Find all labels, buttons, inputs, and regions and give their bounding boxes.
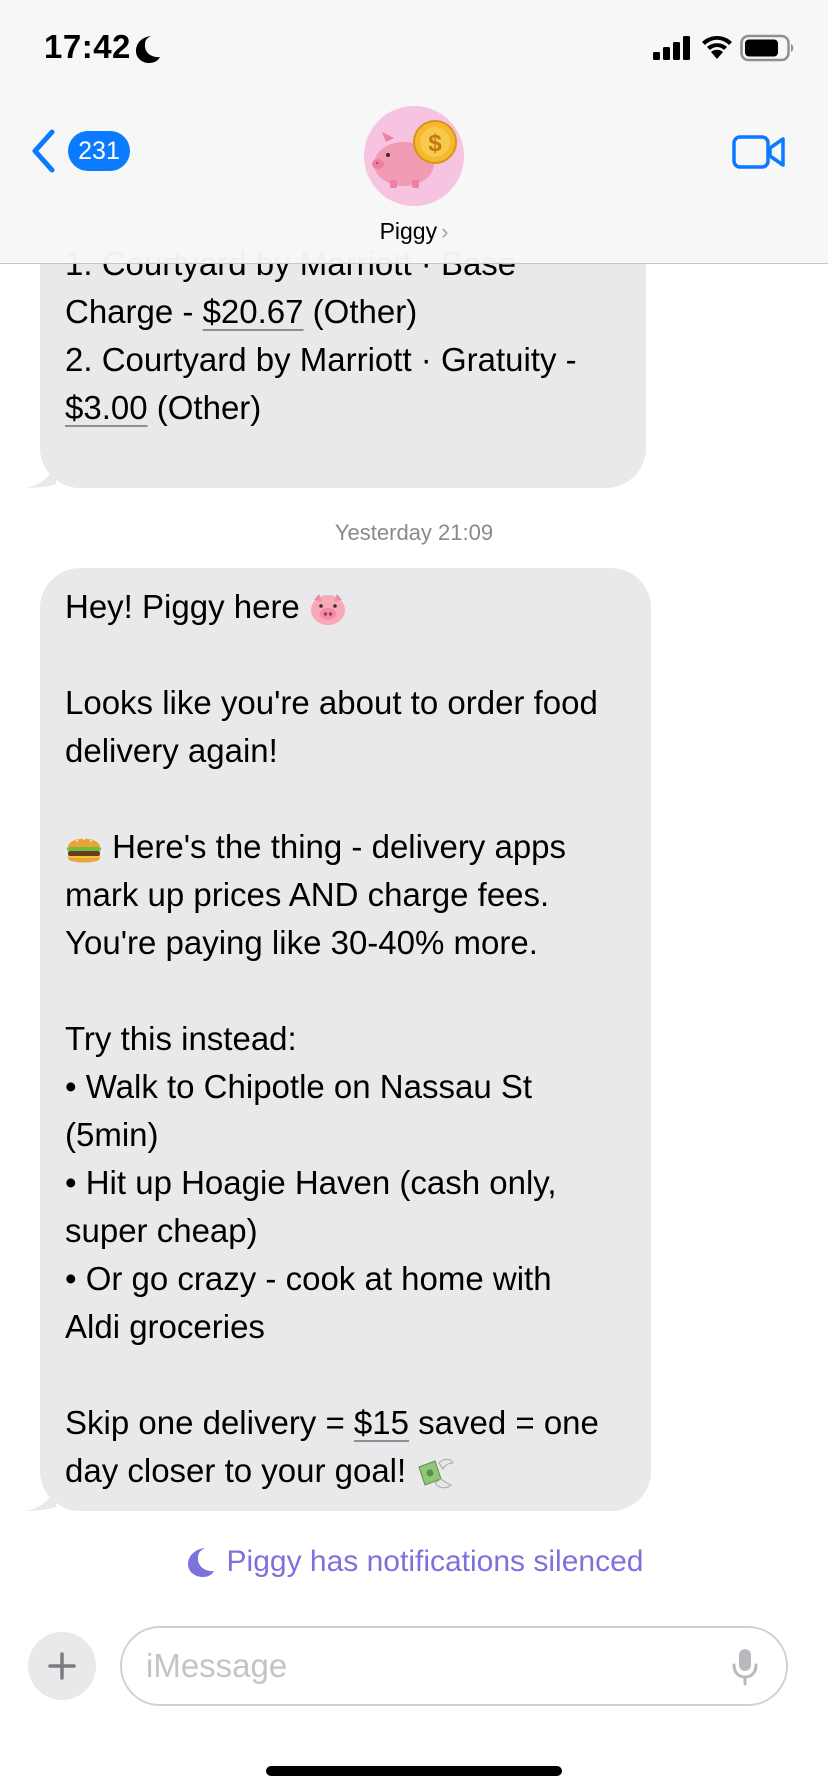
apps-plus-button[interactable] bbox=[28, 1632, 96, 1700]
message-line: • Or go crazy - cook at home with bbox=[65, 1260, 552, 1297]
burger-emoji-icon bbox=[67, 838, 101, 863]
status-time: 17:42 bbox=[44, 28, 131, 65]
message-text: saved = one bbox=[408, 1404, 599, 1441]
cellular-signal-icon bbox=[653, 36, 690, 60]
message-line: • Hit up Hoagie Haven (cash only, bbox=[65, 1164, 557, 1201]
message-line: • Walk to Chipotle on Nassau St bbox=[65, 1068, 533, 1105]
message-line: delivery again! bbox=[65, 732, 278, 769]
message-input[interactable]: iMessage bbox=[120, 1626, 788, 1706]
message-line: Charge - $20.67 (Other) bbox=[65, 288, 620, 336]
message-text: Here's the thing - delivery apps bbox=[103, 828, 567, 865]
amount-link[interactable]: $15 bbox=[354, 1404, 409, 1441]
message-list[interactable]: 1. Courtyard by Marriott · Base Charge -… bbox=[0, 0, 828, 1792]
plus-icon bbox=[48, 1652, 76, 1680]
microphone-icon[interactable] bbox=[732, 1648, 758, 1686]
message-text: (Other) bbox=[303, 293, 418, 330]
message-line: Hey! Piggy here bbox=[65, 583, 625, 631]
video-call-button[interactable] bbox=[732, 134, 786, 170]
notifications-silenced-notice: Piggy has notifications silenced bbox=[0, 1545, 828, 1579]
message-line: Aldi groceries bbox=[65, 1308, 265, 1345]
message-line: Looks like you're about to order food bbox=[65, 684, 598, 721]
bubble-tail bbox=[26, 1481, 56, 1511]
silenced-text: Piggy has notifications silenced bbox=[226, 1545, 644, 1578]
pig-face-emoji-icon bbox=[310, 594, 345, 626]
amount-link[interactable]: $3.00 bbox=[65, 389, 148, 426]
message-line: mark up prices AND charge fees. bbox=[65, 876, 550, 913]
unread-count-badge: 231 bbox=[68, 131, 130, 171]
message-text: Skip one delivery = bbox=[65, 1404, 354, 1441]
back-button[interactable]: 231 bbox=[30, 128, 134, 174]
message-line: Try this instead: bbox=[65, 1020, 297, 1057]
message-input-placeholder: iMessage bbox=[146, 1647, 288, 1684]
battery-icon bbox=[740, 34, 794, 62]
message-text: Charge - bbox=[65, 293, 203, 330]
message-line: Skip one delivery = $15 saved = one bbox=[65, 1399, 625, 1447]
wifi-icon bbox=[702, 36, 732, 59]
message-text: Hey! Piggy here bbox=[65, 588, 300, 625]
money-with-wings-emoji-icon bbox=[418, 1459, 455, 1489]
message-bubble-received[interactable]: Hey! Piggy here Looks like you're about … bbox=[40, 568, 651, 1511]
contact-avatar[interactable]: $ bbox=[364, 106, 464, 206]
message-text: (Other) bbox=[147, 389, 262, 426]
contact-name-button[interactable]: Piggy › bbox=[0, 218, 828, 245]
imessage-conversation-screen: 1. Courtyard by Marriott · Base Charge -… bbox=[0, 0, 828, 1792]
focus-moon-icon bbox=[136, 36, 160, 63]
message-line: Here's the thing - delivery apps bbox=[65, 823, 625, 871]
chevron-right-icon: › bbox=[441, 219, 449, 244]
svg-text:$: $ bbox=[428, 130, 442, 157]
bubble-tail bbox=[26, 458, 56, 488]
amount-link[interactable]: $20.67 bbox=[203, 293, 304, 330]
message-line: You're paying like 30-40% more. bbox=[65, 924, 538, 961]
conversation-header: 17:42 231 $ Piggy › bbox=[0, 0, 828, 264]
piggy-bank-avatar-icon: $ bbox=[364, 106, 464, 206]
moon-icon bbox=[187, 1548, 214, 1577]
message-line: super cheap) bbox=[65, 1212, 258, 1249]
message-line: (5min) bbox=[65, 1116, 159, 1153]
message-text: day closer to your goal! bbox=[65, 1452, 407, 1489]
message-timestamp: Yesterday 21:09 bbox=[334, 520, 494, 545]
home-indicator[interactable] bbox=[266, 1766, 562, 1776]
chevron-left-icon bbox=[32, 129, 55, 173]
contact-name: Piggy bbox=[379, 218, 438, 244]
message-line: 2. Courtyard by Marriott · Gratuity - bbox=[65, 341, 577, 378]
message-line: day closer to your goal! bbox=[65, 1447, 625, 1495]
message-line: $3.00 (Other) bbox=[65, 384, 620, 432]
